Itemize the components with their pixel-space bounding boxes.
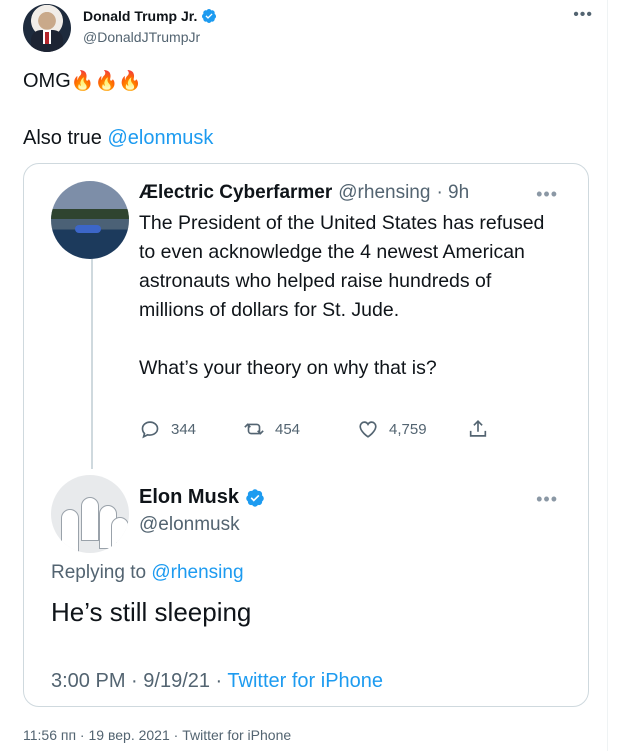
author-handle[interactable]: @DonaldJTrumpJr	[83, 29, 200, 45]
like-icon	[359, 421, 377, 438]
like-button[interactable]: 4,759	[357, 418, 427, 440]
share-icon	[469, 420, 487, 437]
astronaut-4	[111, 517, 129, 553]
author-name[interactable]: Donald Trump Jr.	[83, 8, 197, 24]
reply-source-link[interactable]: Twitter for iPhone	[227, 670, 383, 692]
retweet-icon	[244, 423, 264, 435]
more-icon[interactable]: •••	[573, 6, 593, 24]
reply-date[interactable]: 9/19/21	[143, 670, 210, 692]
reply-separator: ·	[125, 670, 144, 692]
tweet-timestamp-row: 11:56 пп · 19 вер. 2021 · Twitter for iP…	[23, 727, 291, 743]
reply-author-row: Elon Musk	[139, 486, 265, 509]
quoted-tweet-card[interactable]: Ælectric Cyberfarmer @rhensing · 9h ••• …	[23, 163, 589, 707]
tweet-date[interactable]: 19 вер. 2021	[89, 727, 170, 743]
avatar[interactable]	[23, 4, 71, 52]
reply-timestamp-row: 3:00 PM · 9/19/21 · Twitter for iPhone	[51, 670, 383, 693]
author-name-row: Donald Trump Jr.	[83, 8, 217, 24]
reply-count: 344	[171, 420, 197, 438]
quoted-tweet-actions: 344 454 4,759	[139, 418, 499, 442]
quoted-tweet-age[interactable]: · 9h	[436, 182, 469, 204]
like-count: 4,759	[389, 420, 427, 438]
tweet-text-line2: Also true @elonmusk	[23, 124, 213, 152]
tweet-text-omg: OMG	[23, 70, 71, 92]
reply-button[interactable]: 344	[139, 418, 196, 440]
tweet-source-link[interactable]: Twitter for iPhone	[182, 727, 291, 743]
quoted-author-avatar[interactable]	[51, 181, 129, 259]
tweet-text-prefix: Also true	[23, 127, 108, 149]
more-icon[interactable]: •••	[536, 184, 558, 205]
avatar-boat	[75, 225, 101, 233]
tweet-separator: ·	[76, 727, 89, 743]
more-icon[interactable]: •••	[536, 489, 558, 510]
share-button[interactable]	[467, 418, 489, 440]
quoted-author-name[interactable]: Ælectric Cyberfarmer	[139, 182, 332, 204]
reply-icon	[141, 421, 159, 439]
reply-text: He’s still sleeping	[51, 597, 252, 627]
column-divider	[607, 0, 608, 751]
verified-badge-icon	[202, 9, 217, 23]
tweet-time[interactable]: 11:56 пп	[23, 727, 76, 743]
retweet-button[interactable]: 454	[243, 418, 300, 440]
reply-time[interactable]: 3:00 PM	[51, 670, 125, 692]
avatar-trees	[51, 209, 129, 219]
verified-badge-icon	[246, 488, 264, 507]
replying-to: Replying to @rhensing	[51, 562, 244, 584]
replying-to-mention[interactable]: @rhensing	[151, 562, 243, 583]
astronaut-1	[61, 509, 79, 553]
tweet-header: Donald Trump Jr. @DonaldJTrumpJr •••	[23, 4, 593, 52]
fire-emoji-icon: 🔥🔥🔥	[70, 71, 142, 92]
quoted-tweet-body: The President of the United States has r…	[139, 212, 545, 379]
reply-author-name[interactable]: Elon Musk	[139, 486, 239, 509]
thread-line	[91, 254, 93, 469]
quoted-author-row: Ælectric Cyberfarmer @rhensing · 9h	[139, 182, 469, 204]
quoted-author-handle[interactable]: @rhensing	[338, 182, 430, 204]
reply-author-avatar[interactable]	[51, 475, 129, 553]
avatar-tie	[45, 32, 49, 44]
reply-author-handle[interactable]: @elonmusk	[139, 514, 240, 536]
astronaut-2	[81, 497, 99, 541]
tweet-text-line1: OMG🔥🔥🔥	[23, 67, 142, 96]
retweet-count: 454	[275, 420, 301, 438]
mention-link[interactable]: @elonmusk	[107, 127, 213, 149]
reply-separator-2: ·	[210, 670, 228, 692]
tweet-separator-2: ·	[169, 727, 183, 743]
replying-to-prefix: Replying to	[51, 562, 152, 583]
